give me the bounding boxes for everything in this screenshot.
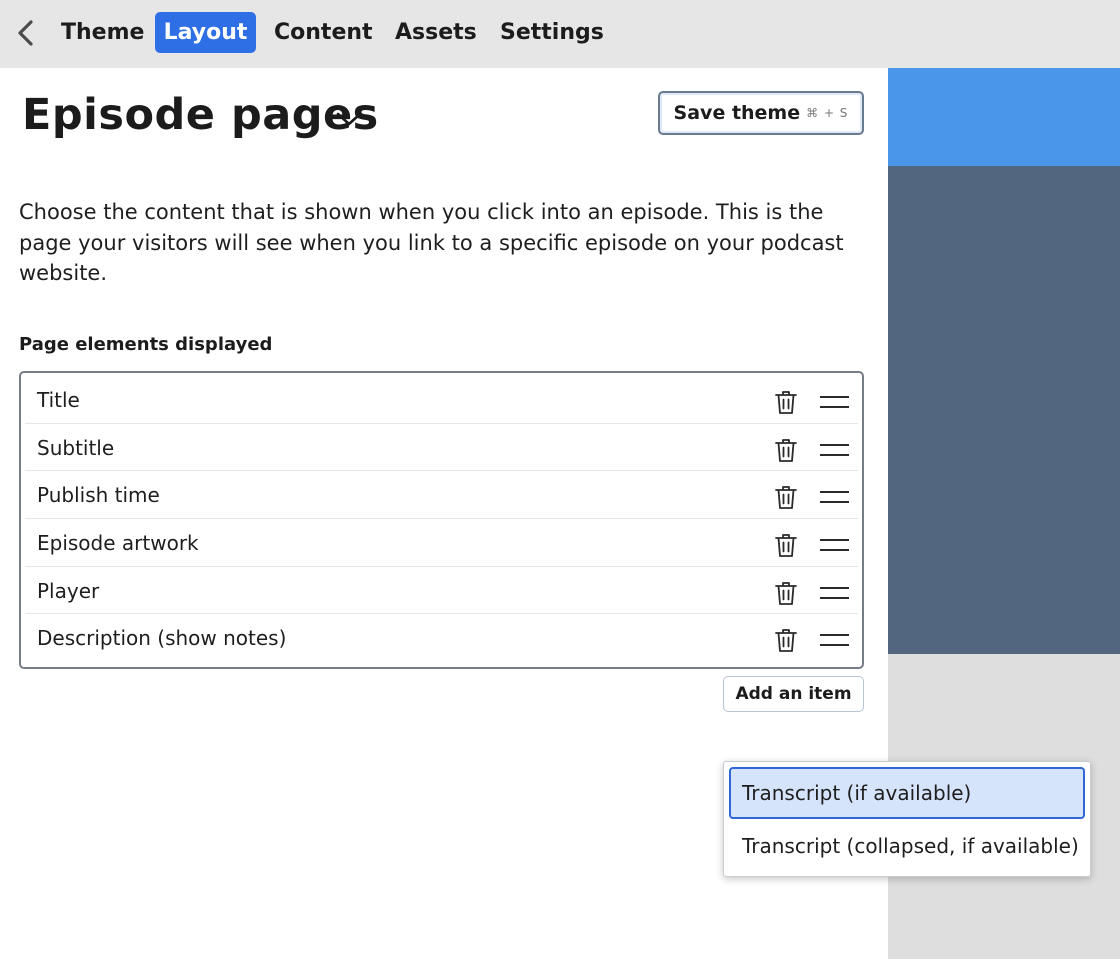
save-theme-label: Save theme [673, 102, 801, 124]
preview-body [888, 166, 1120, 654]
tab-content[interactable]: Content [262, 12, 385, 53]
list-item-label: Episode artwork [37, 531, 199, 556]
drag-handle-icon[interactable] [819, 394, 850, 408]
list-item-label: Title [37, 388, 80, 412]
trash-icon[interactable] [774, 389, 798, 415]
drag-handle-icon[interactable] [819, 489, 850, 504]
save-theme-button[interactable]: Save theme ⌘ + S [658, 91, 864, 135]
drag-handle-icon[interactable] [819, 632, 850, 647]
add-item-dropdown: Transcript (if available) Transcript (co… [723, 761, 1091, 877]
drag-handle-icon[interactable] [819, 585, 850, 599]
list-item: Description (show notes) [25, 614, 858, 662]
preview-header [888, 68, 1120, 166]
drag-handle-icon[interactable] [819, 442, 850, 456]
page-title: Episode pages [22, 90, 379, 140]
dropdown-option-transcript[interactable]: Transcript (if available) [729, 767, 1085, 819]
tab-theme[interactable]: Theme [49, 12, 156, 53]
chevron-down-icon[interactable] [336, 110, 362, 128]
dropdown-option-transcript-collapsed[interactable]: Transcript (collapsed, if available) [729, 820, 1085, 872]
page-description: Choose the content that is shown when yo… [19, 200, 844, 285]
list-item: Player [25, 567, 858, 615]
list-item: Publish time [25, 471, 858, 520]
list-item: Subtitle [25, 424, 858, 472]
list-item: Title [25, 376, 858, 424]
drag-handle-icon[interactable] [819, 537, 850, 552]
tab-layout[interactable]: Layout [155, 12, 256, 53]
chevron-left-icon[interactable] [10, 17, 40, 49]
save-shortcut-hint: ⌘ + S [806, 106, 849, 120]
tab-assets[interactable]: Assets [383, 12, 489, 53]
section-label: Page elements displayed [19, 334, 273, 355]
list-item-label: Player [37, 578, 100, 603]
trash-icon[interactable] [774, 532, 798, 558]
list-item-label: Subtitle [37, 435, 115, 460]
top-nav: Theme Layout Content Assets Settings [0, 0, 1120, 68]
trash-icon[interactable] [774, 484, 798, 510]
tab-settings[interactable]: Settings [488, 12, 616, 53]
list-item-label: Publish time [37, 483, 160, 508]
list-item-label: Description (show notes) [37, 626, 287, 651]
list-item: Episode artwork [25, 519, 858, 567]
add-item-button[interactable]: Add an item [723, 676, 864, 712]
trash-icon[interactable] [774, 437, 798, 463]
trash-icon[interactable] [774, 580, 798, 606]
page-elements-list: Title Subtitle Publish time Episode artw… [19, 371, 864, 669]
trash-icon[interactable] [774, 627, 798, 653]
